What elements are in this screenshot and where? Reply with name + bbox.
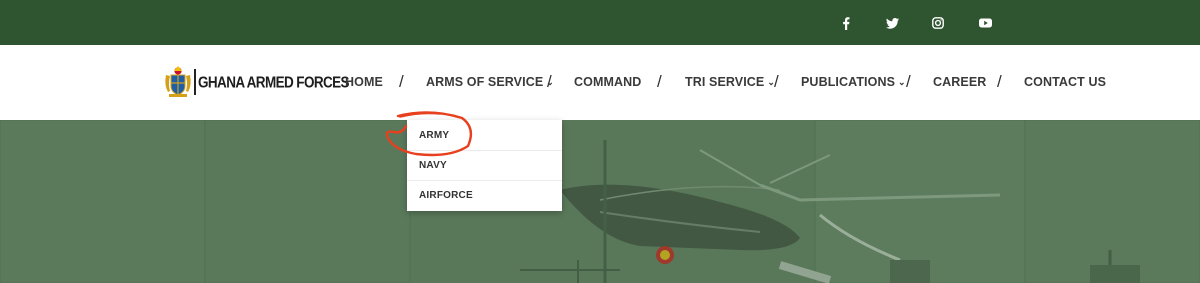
brand-logo[interactable]: GHANA ARMED FORCES xyxy=(163,64,350,100)
hero-banner xyxy=(0,120,1200,283)
nav-separator: / xyxy=(399,72,404,91)
dropdown-item-airforce-label: AIRFORCE xyxy=(419,190,473,201)
logo-divider xyxy=(194,69,196,95)
nav-tri-service[interactable]: TRI SERVICE ⌄ xyxy=(685,75,775,89)
dropdown-item-army-label: ARMY xyxy=(419,130,450,141)
nav-contact-us[interactable]: CONTACT US xyxy=(1024,75,1106,89)
nav-home-label: HOME xyxy=(345,75,383,89)
youtube-icon[interactable] xyxy=(976,14,994,32)
nav-command[interactable]: COMMAND xyxy=(574,75,641,89)
nav-publications-label: PUBLICATIONS xyxy=(801,75,896,89)
nav-contact-us-label: CONTACT US xyxy=(1024,75,1107,89)
chevron-down-icon: ⌄ xyxy=(898,77,906,87)
nav-separator: / xyxy=(774,72,779,91)
nav-separator: / xyxy=(547,72,552,91)
coat-of-arms-icon xyxy=(165,66,191,97)
nav-separator: / xyxy=(657,72,662,91)
nav-separator: / xyxy=(997,72,1002,91)
nav-home[interactable]: HOME xyxy=(345,75,383,89)
twitter-icon[interactable] xyxy=(883,14,901,32)
dropdown-item-airforce[interactable]: AIRFORCE xyxy=(407,180,562,210)
top-bar xyxy=(0,0,1200,45)
dropdown-item-navy[interactable]: NAVY xyxy=(407,150,562,181)
nav-arms-of-service[interactable]: ARMS OF SERVICE ⌄ xyxy=(426,75,554,89)
dropdown-item-navy-label: NAVY xyxy=(419,160,447,171)
nav-command-label: COMMAND xyxy=(574,75,642,89)
brand-name: GHANA ARMED FORCES xyxy=(198,73,350,91)
arms-of-service-dropdown: ARMY NAVY AIRFORCE xyxy=(407,120,562,211)
nav-publications[interactable]: PUBLICATIONS ⌄ xyxy=(801,75,906,89)
hero-overlay xyxy=(0,120,1200,283)
facebook-icon[interactable] xyxy=(837,14,855,32)
nav-separator: / xyxy=(906,72,911,91)
dropdown-item-army[interactable]: ARMY xyxy=(407,120,562,151)
instagram-icon[interactable] xyxy=(929,14,947,32)
nav-career-label: CAREER xyxy=(933,75,987,89)
nav-arms-of-service-label: ARMS OF SERVICE xyxy=(426,75,544,89)
nav-tri-service-label: TRI SERVICE xyxy=(685,75,765,89)
nav-career[interactable]: CAREER xyxy=(933,75,986,89)
